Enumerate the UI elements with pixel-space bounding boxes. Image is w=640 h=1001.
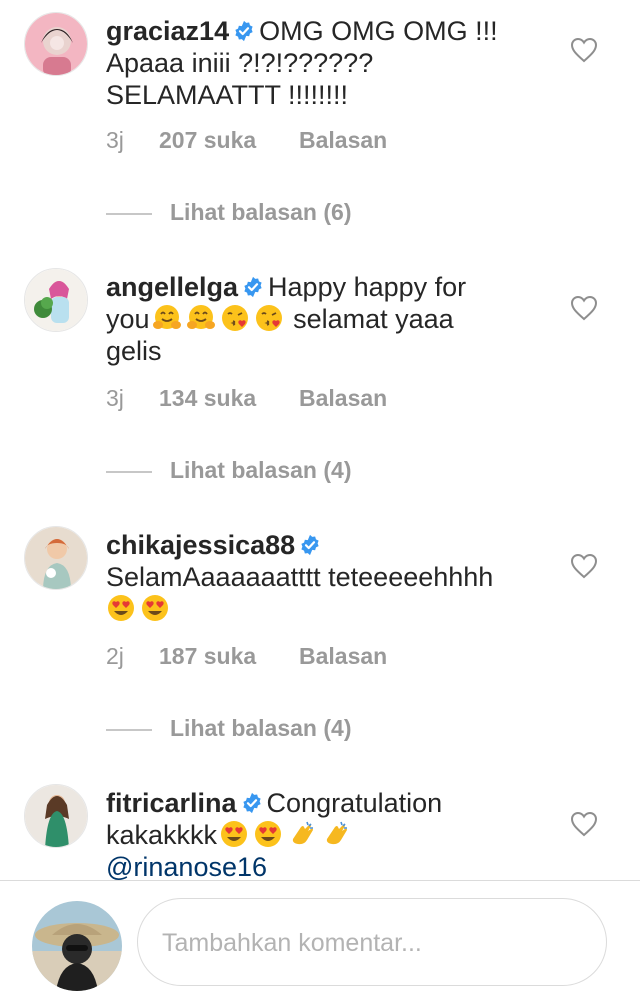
username[interactable]: chikajessica88 [106,530,295,560]
clapping-hands-emoji-icon [287,819,317,849]
verified-badge-icon [242,276,264,298]
verified-badge-icon [233,20,255,42]
view-replies-label: Lihat balasan (4) [170,457,352,483]
comment-text: SelamAaaaaaatttt teteeeeehhhh [106,562,494,592]
username[interactable]: fitricarlina [106,788,237,818]
kissing-face-emoji-icon [254,303,284,333]
hugging-face-emoji-icon [186,303,216,333]
reply-button[interactable]: Balasan [299,385,387,412]
comment-meta: 3j 207 suka Balasan [106,127,387,154]
likes-count[interactable]: 187 suka [159,643,299,670]
divider [106,212,152,215]
likes-count[interactable]: 207 suka [159,127,299,154]
heart-eyes-emoji-icon [140,593,170,623]
comment-input[interactable] [162,921,582,965]
divider [106,470,152,473]
comment-text: gelis [106,336,162,366]
verified-badge-icon [299,534,321,556]
comment-text: you [106,304,150,334]
comment-body: fitricarlina Congratulation kakakkkk @rin… [106,787,546,883]
view-replies-button[interactable]: Lihat balasan (4) [106,457,351,484]
timestamp: 2j [106,643,124,669]
verified-badge-icon [241,792,263,814]
view-replies-button[interactable]: Lihat balasan (4) [106,715,351,742]
heart-eyes-emoji-icon [253,819,283,849]
heart-eyes-emoji-icon [219,819,249,849]
comment-text: selamat yaaa [293,304,454,334]
timestamp: 3j [106,385,124,411]
comment-text: kakakkkk [106,820,218,850]
current-user-avatar [32,901,122,991]
comment-text: SELAMAATTT !!!!!!!! [106,80,349,110]
comment-text: Congratulation [266,788,443,818]
reply-button[interactable]: Balasan [299,643,387,670]
kissing-face-emoji-icon [220,303,250,333]
comment-body: angellelga Happy happy for you selamat ya… [106,271,546,367]
username[interactable]: graciaz14 [106,16,229,46]
comment-meta: 2j 187 suka Balasan [106,643,387,670]
clapping-hands-emoji-icon [321,819,351,849]
comment-body: graciaz14 OMG OMG OMG !!! Apaaa iniii ?!?… [106,15,546,111]
view-replies-button[interactable]: Lihat balasan (6) [106,199,351,226]
comment-text: Apaaa iniii ?!?!?????? [106,48,374,78]
like-heart-icon[interactable] [570,37,598,63]
likes-count[interactable]: 134 suka [159,385,299,412]
view-replies-label: Lihat balasan (4) [170,715,352,741]
avatar[interactable] [24,268,88,332]
avatar[interactable] [24,526,88,590]
timestamp: 3j [106,127,124,153]
hugging-face-emoji-icon [152,303,182,333]
like-heart-icon[interactable] [570,553,598,579]
heart-eyes-emoji-icon [106,593,136,623]
comment-body: chikajessica88 SelamAaaaaaatttt teteeeee… [106,529,546,625]
comment-meta: 3j 134 suka Balasan [106,385,387,412]
divider [106,728,152,731]
avatar[interactable] [24,12,88,76]
mention-link[interactable]: @rinanose16 [106,852,267,882]
avatar[interactable] [24,784,88,848]
like-heart-icon[interactable] [570,295,598,321]
username[interactable]: angellelga [106,272,238,302]
comment-text: Happy happy for [268,272,467,302]
reply-button[interactable]: Balasan [299,127,387,154]
comment-text: OMG OMG OMG !!! [259,16,498,46]
like-heart-icon[interactable] [570,811,598,837]
comment-input-box[interactable] [137,898,607,986]
view-replies-label: Lihat balasan (6) [170,199,352,225]
comment-composer [0,880,640,1001]
